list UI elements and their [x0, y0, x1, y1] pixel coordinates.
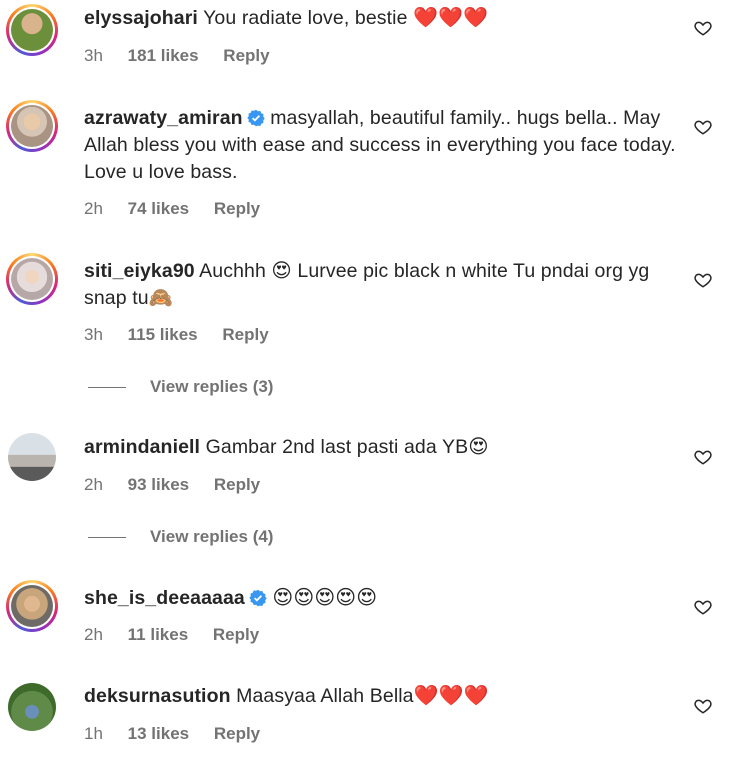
heart-outline-icon[interactable] [694, 271, 712, 289]
avatar[interactable] [6, 253, 58, 305]
comment-time[interactable]: 2h [84, 625, 103, 644]
comment-time[interactable]: 2h [84, 475, 103, 494]
comment-emoji: 😍😍😍😍😍 [272, 587, 378, 609]
comment-username[interactable]: she_is_deeaaaaa [84, 587, 245, 609]
replies-divider [88, 387, 126, 389]
comment-body: You radiate love, bestie [203, 7, 408, 29]
replies-divider [88, 537, 126, 539]
view-replies-label: View replies (4) [150, 527, 274, 546]
reply-button[interactable]: Reply [222, 325, 268, 344]
comment-meta: 3h 115 likes Reply [84, 325, 289, 345]
verified-badge-icon [249, 589, 267, 607]
comment-username[interactable]: siti_eiyka90 [84, 260, 195, 282]
comment-body: Maasyaa Allah Bella [236, 685, 414, 707]
reply-button[interactable]: Reply [214, 199, 260, 218]
comment-meta: 1h 13 likes Reply [84, 724, 280, 744]
likes-count[interactable]: 13 likes [128, 724, 189, 743]
comment-text: deksurnasution Maasyaa Allah Bella❤️❤️❤️ [84, 683, 679, 710]
comment-time[interactable]: 1h [84, 724, 103, 743]
avatar[interactable] [6, 100, 58, 152]
comment-username[interactable]: elyssajohari [84, 7, 198, 29]
avatar[interactable] [8, 433, 56, 481]
comment-time[interactable]: 2h [84, 199, 103, 218]
likes-count[interactable]: 11 likes [128, 625, 189, 644]
comment-text: armindaniell Gambar 2nd last pasti ada Y… [84, 434, 679, 461]
comment-body: Gambar 2nd last pasti ada YB😍 [205, 436, 489, 458]
comment-username[interactable]: armindaniell [84, 436, 200, 458]
comment-time[interactable]: 3h [84, 46, 103, 65]
comment-text: elyssajohari You radiate love, bestie ❤️… [84, 5, 679, 32]
verified-badge-icon [246, 109, 265, 127]
comment-text: she_is_deeaaaaa 😍😍😍😍😍 [84, 585, 679, 612]
heart-outline-icon[interactable] [694, 598, 712, 616]
likes-count[interactable]: 93 likes [128, 475, 189, 494]
avatar[interactable] [6, 580, 58, 632]
comment-text: azrawaty_amiran masyallah, beautiful fam… [84, 105, 679, 186]
comment-meta: 2h 74 likes Reply [84, 199, 280, 219]
comment-username[interactable]: azrawaty_amiran [84, 107, 243, 129]
view-replies-button[interactable]: View replies (4) [88, 527, 273, 547]
comment-emoji: ❤️❤️❤️ [413, 685, 489, 707]
comment-username[interactable]: deksurnasution [84, 685, 231, 707]
likes-count[interactable]: 181 likes [128, 46, 199, 65]
comment-meta: 2h 93 likes Reply [84, 475, 280, 495]
comment-emoji: ❤️❤️❤️ [413, 7, 489, 29]
comment-text: siti_eiyka90 Auchhh 😍 Lurvee pic black n… [84, 258, 679, 312]
view-replies-button[interactable]: View replies (3) [88, 377, 273, 397]
heart-outline-icon[interactable] [694, 448, 712, 466]
likes-count[interactable]: 74 likes [128, 199, 189, 218]
avatar[interactable] [8, 683, 56, 731]
comment-meta: 2h 11 likes Reply [84, 625, 279, 645]
heart-outline-icon[interactable] [694, 19, 712, 37]
heart-outline-icon[interactable] [694, 118, 712, 136]
likes-count[interactable]: 115 likes [128, 325, 198, 344]
comment-time[interactable]: 3h [84, 325, 103, 344]
reply-button[interactable]: Reply [214, 475, 260, 494]
view-replies-label: View replies (3) [150, 377, 274, 396]
comment-meta: 3h 181 likes Reply [84, 46, 290, 66]
heart-outline-icon[interactable] [694, 697, 712, 715]
avatar[interactable] [6, 4, 58, 56]
reply-button[interactable]: Reply [223, 46, 269, 65]
reply-button[interactable]: Reply [214, 724, 260, 743]
reply-button[interactable]: Reply [213, 625, 259, 644]
